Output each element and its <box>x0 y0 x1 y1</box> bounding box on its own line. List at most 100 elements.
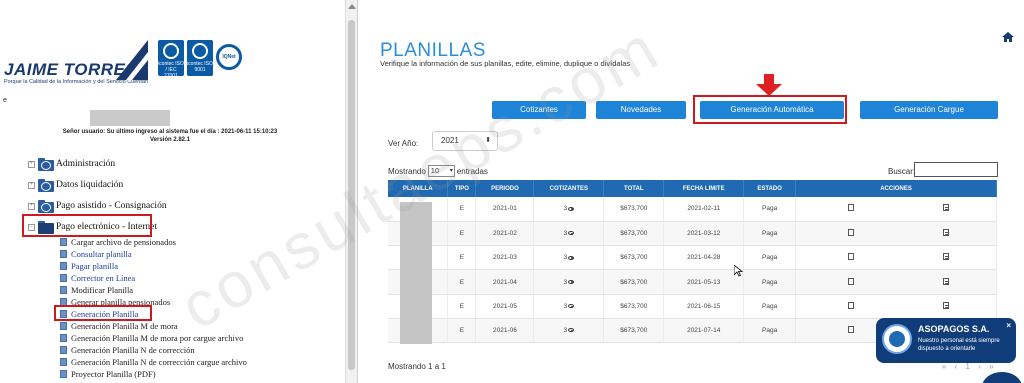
col-acciones: ACCIONES <box>795 180 997 197</box>
document-icon <box>60 334 67 342</box>
year-select[interactable]: 2021 ⬍ <box>432 131 498 151</box>
table-row: E 2021-03 3 $673,700 2021-04-28 Paga <box>388 245 997 271</box>
fecha-cell: 2021-04-28 <box>663 245 745 271</box>
page-subtitle: Verifique la información de sus planilla… <box>380 59 631 68</box>
expand-icon[interactable]: + <box>28 160 35 168</box>
last-login-text: Señor usuario: Su último ingreso al sist… <box>62 129 278 135</box>
edit-icon[interactable] <box>943 301 950 309</box>
cotizantes-cell[interactable]: 3 <box>533 269 605 295</box>
edit-icon[interactable] <box>943 204 950 212</box>
table-row: E 2021-04 3 $673,700 2021-05-13 Paga <box>388 269 997 295</box>
document-icon <box>60 346 67 354</box>
entries-control: Mostrando 10 ▾ entradas <box>388 165 488 177</box>
cotizantes-cell[interactable]: 3 <box>533 318 605 344</box>
highlight-box-generacion-planilla <box>54 305 152 321</box>
cotizantes-cell[interactable]: 3 <box>533 294 605 319</box>
periodo-cell: 2021-02 <box>475 221 535 247</box>
document-icon <box>60 262 67 270</box>
cotizantes-cell[interactable]: 3 <box>533 245 605 271</box>
chat-bubble-icon[interactable] <box>982 372 1022 383</box>
cotizantes-cell[interactable]: 3 <box>533 221 605 247</box>
edit-icon[interactable] <box>943 228 950 236</box>
total-cell: $673,700 <box>603 197 665 222</box>
menu-consultar-planilla[interactable]: Consultar planilla <box>60 249 132 259</box>
duplicate-icon[interactable] <box>846 251 855 261</box>
eye-icon[interactable] <box>568 206 575 211</box>
folder-icon <box>38 178 54 192</box>
tipo-cell: E <box>447 269 477 295</box>
search-input[interactable] <box>914 162 998 177</box>
eye-icon[interactable] <box>568 255 575 260</box>
document-icon <box>60 250 67 258</box>
cotizantes-cell[interactable]: 3 <box>533 197 605 222</box>
edit-icon[interactable] <box>943 277 950 285</box>
expand-icon[interactable]: + <box>28 181 35 189</box>
menu-generacion-planilla-n-correccion-cargue[interactable]: Generación Planilla N de corrección carg… <box>60 357 247 367</box>
generacion-cargue-button[interactable]: Generación Cargue <box>860 101 998 119</box>
menu-cargar-archivo-pensionados[interactable]: Cargar archivo de pensionados <box>60 237 176 247</box>
estado-cell: Paga <box>743 318 797 344</box>
col-estado[interactable]: ESTADO <box>743 180 797 197</box>
scroll-up-icon[interactable] <box>348 4 356 9</box>
entries-select[interactable]: 10 ▾ <box>427 165 455 177</box>
periodo-cell: 2021-04 <box>475 269 535 295</box>
eye-icon[interactable] <box>568 279 575 284</box>
col-tipo[interactable]: TIPO <box>447 180 477 197</box>
periodo-cell: 2021-03 <box>475 245 535 271</box>
edit-icon[interactable] <box>943 253 950 261</box>
chevron-updown-icon: ⬍ <box>485 137 491 144</box>
scrollbar-thumb[interactable] <box>348 20 355 370</box>
periodo-cell: 2021-05 <box>475 294 535 319</box>
col-planilla[interactable]: PLANILLA <box>388 180 449 197</box>
iqnet-icon: IQNet <box>216 44 242 70</box>
highlight-box-generacion-automatica <box>693 95 847 124</box>
redacted-user-name <box>90 110 170 126</box>
redacted-planilla-numbers <box>400 202 432 344</box>
estado-cell: Paga <box>743 269 797 295</box>
duplicate-icon[interactable] <box>846 324 855 334</box>
document-icon <box>60 286 67 294</box>
cotizantes-button[interactable]: Cotizantes <box>492 101 586 119</box>
home-icon[interactable] <box>1002 32 1014 42</box>
table-row: E 2021-05 3 $673,700 2021-06-15 Paga <box>388 294 997 319</box>
novedades-button[interactable]: Novedades <box>596 101 686 119</box>
duplicate-icon[interactable] <box>846 275 855 285</box>
tipo-cell: E <box>447 197 477 222</box>
col-periodo[interactable]: PERIODO <box>475 180 535 197</box>
menu-generacion-planilla-m-mora-cargue[interactable]: Generación Planilla M de mora por cargue… <box>60 333 243 343</box>
small-marker: e <box>3 97 7 104</box>
menu-proyector-planilla-pdf[interactable]: Proyector Planilla (PDF) <box>60 369 156 379</box>
eye-icon[interactable] <box>568 231 575 236</box>
menu-pagar-planilla[interactable]: Pagar planilla <box>60 261 118 271</box>
pagination-controls[interactable]: « ‹ 1 › » <box>942 362 997 371</box>
fecha-cell: 2021-02-11 <box>663 197 745 222</box>
col-total[interactable]: TOTAL <box>603 180 665 197</box>
tree-item-pago-asistido[interactable]: + Pago asistido - Consignación <box>28 199 167 213</box>
menu-modificar-planilla[interactable]: Modificar Planilla <box>60 285 133 295</box>
col-cotizantes[interactable]: COTIZANTES <box>533 180 605 197</box>
duplicate-icon[interactable] <box>846 299 855 309</box>
search-label: Buscar: <box>888 167 916 176</box>
tipo-cell: E <box>447 294 477 319</box>
expand-icon[interactable]: + <box>28 202 35 210</box>
duplicate-icon[interactable] <box>846 226 855 236</box>
total-cell: $673,700 <box>603 269 665 295</box>
year-label: Ver Año: <box>388 139 419 148</box>
pointer-arrow-icon <box>756 74 782 96</box>
col-fecha-limite[interactable]: FECHA LIMITE <box>663 180 745 197</box>
menu-corrector-en-linea[interactable]: Corrector en Línea <box>60 273 135 283</box>
tree-item-administracion[interactable]: + Administración <box>28 157 115 171</box>
eye-icon[interactable] <box>568 328 575 333</box>
chat-widget[interactable]: ASOPAGOS S.A. Nuestro personal está siem… <box>876 318 1016 363</box>
tipo-cell: E <box>447 318 477 344</box>
menu-generacion-planilla-n-correccion[interactable]: Generación Planilla N de corrección <box>60 345 195 355</box>
tree-item-label: Datos liquidación <box>56 180 124 190</box>
left-scrollbar[interactable] <box>345 0 357 383</box>
duplicate-icon[interactable] <box>846 202 855 212</box>
close-icon[interactable]: × <box>1006 321 1011 330</box>
menu-generacion-planilla-m-mora[interactable]: Generación Planilla M de mora <box>60 321 178 331</box>
eye-icon[interactable] <box>568 304 575 309</box>
tree-item-datos-liquidacion[interactable]: + Datos liquidación <box>28 178 123 192</box>
total-cell: $673,700 <box>603 294 665 319</box>
table-row: E 2021-02 3 $673,700 2021-03-12 Paga <box>388 221 997 247</box>
